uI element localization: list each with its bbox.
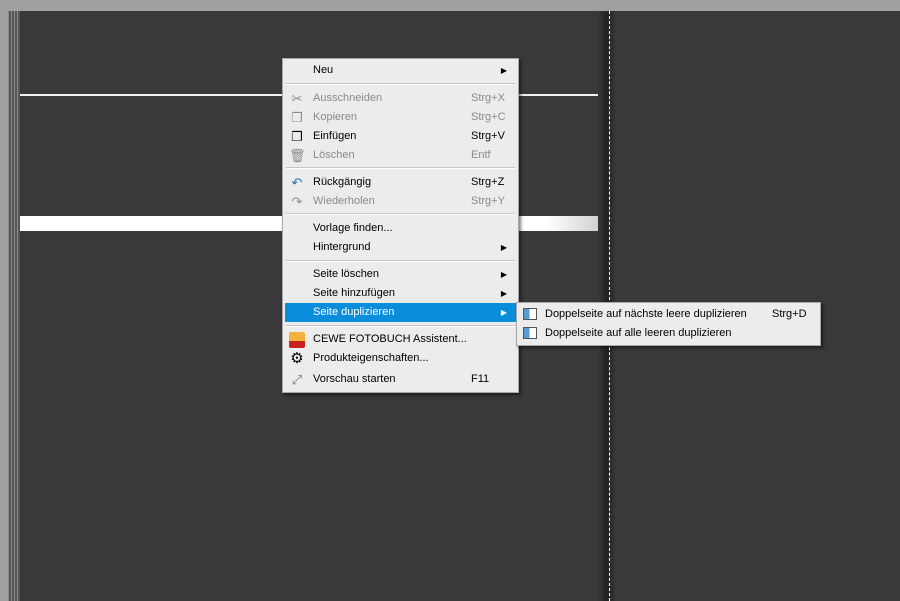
menu-item-kopieren[interactable]: ❐ Kopieren Strg+C [285, 108, 516, 127]
menu-item-loeschen[interactable]: 🗑 Löschen Entf [285, 146, 516, 165]
menu-item-produkteigenschaften[interactable]: ⚙ Produkteigenschaften... [285, 349, 516, 368]
menu-item-label: Seite löschen [313, 268, 380, 280]
menu-item-label: Rückgängig [313, 176, 372, 188]
submenu-arrow-icon: ▶ [500, 243, 507, 252]
duplicate-all-pages-icon [523, 327, 537, 339]
submenu-arrow-icon: ▶ [500, 270, 507, 279]
menu-separator [286, 83, 515, 85]
redo-icon: ↷ [291, 194, 303, 209]
submenu-arrow-icon: ▶ [500, 289, 507, 298]
menu-item-shortcut: Entf [471, 149, 491, 161]
menu-item-ausschneiden[interactable]: ✂ Ausschneiden Strg+X [285, 89, 516, 108]
submenu-item-alle-leeren[interactable]: Doppelseite auf alle leeren duplizieren [519, 324, 818, 343]
menu-item-label: Seite hinzufügen [313, 287, 395, 299]
duplicate-page-icon [523, 308, 537, 320]
menu-separator [286, 213, 515, 215]
menu-item-label: Produkteigenschaften... [313, 352, 429, 364]
menu-item-label: Hintergrund [313, 241, 371, 253]
menu-item-shortcut: Strg+Y [471, 195, 505, 207]
menu-item-seite-hinzufuegen[interactable]: Seite hinzufügen ▶ [285, 284, 516, 303]
menu-item-label: Ausschneiden [313, 92, 383, 104]
menu-separator [286, 167, 515, 169]
menu-item-label: Vorlage finden... [313, 222, 393, 234]
submenu-seite-duplizieren: Doppelseite auf nächste leere dupliziere… [516, 302, 821, 346]
menu-item-shortcut: F11 [471, 373, 490, 385]
scissors-icon: ✂ [291, 91, 303, 106]
assistant-avatar-icon [289, 332, 305, 348]
menu-separator [286, 260, 515, 262]
menu-item-seite-loeschen[interactable]: Seite löschen ▶ [285, 265, 516, 284]
menu-item-label: Einfügen [313, 130, 357, 142]
menu-item-rueckgaengig[interactable]: ↶ Rückgängig Strg+Z [285, 173, 516, 192]
copy-icon: ❐ [291, 110, 303, 125]
menu-item-assistent[interactable]: CEWE FOTOBUCH Assistent... [285, 330, 516, 349]
menu-item-neu[interactable]: Neu ▶ [285, 61, 516, 80]
menu-item-vorschau-starten[interactable]: ⤢ Vorschau starten F11 [285, 370, 516, 389]
menu-item-label: Kopieren [313, 111, 358, 123]
gear-icon: ⚙ [290, 350, 304, 367]
menu-item-label: Wiederholen [313, 195, 375, 207]
paste-icon: ❐ [291, 129, 303, 144]
submenu-arrow-icon: ▶ [500, 66, 507, 75]
menu-item-label: Doppelseite auf nächste leere dupliziere… [545, 308, 747, 320]
menu-item-label: CEWE FOTOBUCH Assistent... [313, 333, 467, 345]
menu-item-shortcut: Strg+C [471, 111, 506, 123]
submenu-item-naechste-leere[interactable]: Doppelseite auf nächste leere dupliziere… [519, 305, 818, 324]
page-edge-stripes [8, 11, 20, 601]
menu-item-seite-duplizieren[interactable]: Seite duplizieren ▶ [285, 303, 516, 322]
fullscreen-icon: ⤢ [291, 372, 303, 387]
menu-item-vorlage-finden[interactable]: Vorlage finden... [285, 219, 516, 238]
menu-item-shortcut: Strg+X [471, 92, 505, 104]
menu-item-wiederholen[interactable]: ↷ Wiederholen Strg+Y [285, 192, 516, 211]
menu-item-label: Löschen [313, 149, 355, 161]
menu-item-shortcut: Strg+Z [471, 176, 505, 188]
menu-item-shortcut: Strg+V [471, 130, 505, 142]
submenu-arrow-icon: ▶ [500, 308, 507, 317]
menu-item-label: Doppelseite auf alle leeren duplizieren [545, 327, 732, 339]
undo-icon: ↶ [291, 175, 303, 190]
menu-item-einfuegen[interactable]: ❐ Einfügen Strg+V [285, 127, 516, 146]
menu-item-label: Neu [313, 64, 334, 76]
context-menu: Neu ▶ ✂ Ausschneiden Strg+X ❐ Kopieren Strg+C… [282, 58, 519, 393]
menu-separator [286, 325, 515, 327]
trash-icon: 🗑 [289, 148, 306, 163]
menu-item-shortcut: Strg+D [772, 308, 807, 320]
menu-item-hintergrund[interactable]: Hintergrund ▶ [285, 238, 516, 257]
menu-item-label: Vorschau starten [313, 373, 396, 385]
menu-item-label: Seite duplizieren [313, 306, 395, 318]
